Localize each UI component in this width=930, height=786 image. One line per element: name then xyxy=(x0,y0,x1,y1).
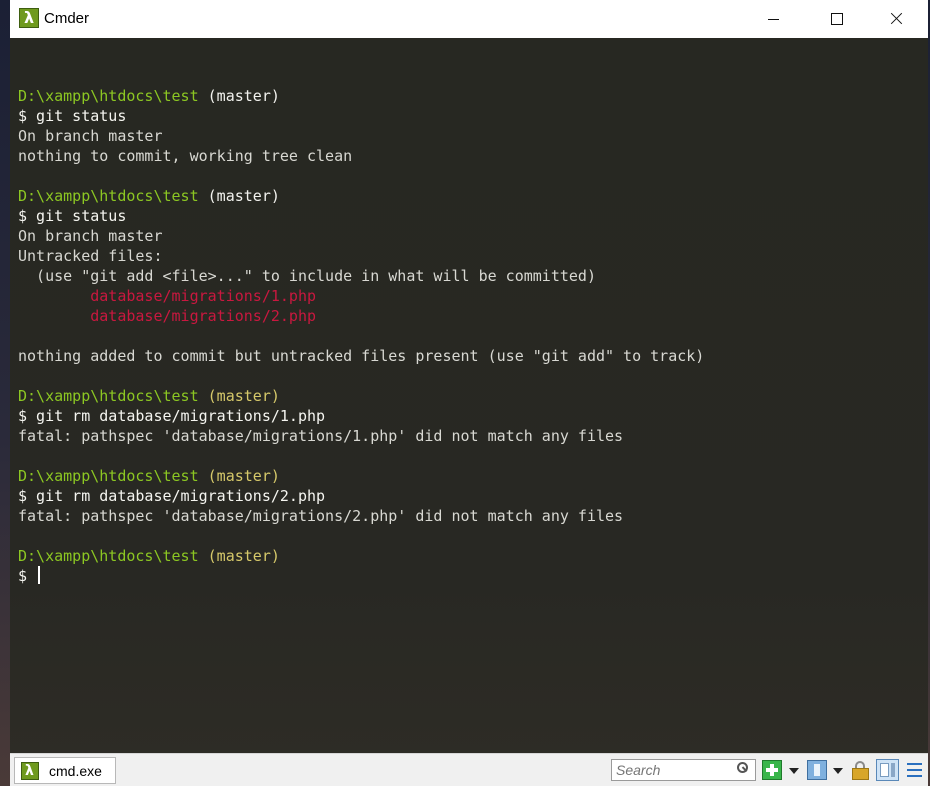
line-text: $ git status xyxy=(18,207,127,225)
text-cursor xyxy=(38,566,41,584)
line-text xyxy=(199,87,208,105)
line-text: $ git status xyxy=(18,107,127,125)
terminal-line: Untracked files: xyxy=(18,246,704,266)
terminal-line: nothing added to commit but untracked fi… xyxy=(18,346,704,366)
prompt-branch: (master) xyxy=(207,467,280,485)
line-text: Untracked files: xyxy=(18,247,163,265)
lambda-icon: λ xyxy=(21,762,39,780)
line-text: nothing to commit, working tree clean xyxy=(18,147,353,165)
dropdown-icon[interactable] xyxy=(789,768,799,774)
title-bar[interactable]: λ Cmder xyxy=(10,0,928,38)
console-tab[interactable]: λ cmd.exe xyxy=(14,757,116,784)
line-text: (use "git add <file>..." to include in w… xyxy=(18,267,596,285)
prompt-branch: (master) xyxy=(207,387,280,405)
terminal-line: fatal: pathspec 'database/migrations/2.p… xyxy=(18,506,704,526)
split-icon[interactable] xyxy=(807,760,827,780)
terminal-line: D:\xampp\htdocs\test (master) xyxy=(18,86,704,106)
minimize-button[interactable] xyxy=(750,0,796,38)
terminal-line: On branch master xyxy=(18,126,704,146)
search-icon[interactable] xyxy=(737,762,748,773)
terminal-line: D:\xampp\htdocs\test (master) xyxy=(18,386,704,406)
prompt-path: D:\xampp\htdocs\test xyxy=(18,387,199,405)
prompt-branch: (master) xyxy=(207,87,280,105)
prompt-path: D:\xampp\htdocs\test xyxy=(18,467,199,485)
terminal-line: $ git status xyxy=(18,106,704,126)
lock-icon[interactable] xyxy=(851,760,871,780)
line-text: fatal: pathspec 'database/migrations/1.p… xyxy=(18,427,624,445)
line-text: On branch master xyxy=(18,127,163,145)
line-text xyxy=(199,467,208,485)
prompt-branch: (master) xyxy=(207,187,280,205)
prompt-path: D:\xampp\htdocs\test xyxy=(18,87,199,105)
terminal-line: $ git status xyxy=(18,206,704,226)
add-console-button[interactable] xyxy=(762,760,782,780)
pane-icon[interactable] xyxy=(876,759,899,781)
terminal-line: nothing to commit, working tree clean xyxy=(18,146,704,166)
prompt-path: D:\xampp\htdocs\test xyxy=(18,187,199,205)
prompt-branch: (master) xyxy=(207,547,280,565)
terminal-line: $ xyxy=(18,566,704,586)
menu-icon[interactable] xyxy=(905,760,925,780)
line-text xyxy=(199,187,208,205)
line-text xyxy=(199,387,208,405)
terminal-line: database/migrations/2.php xyxy=(18,306,704,326)
dropdown-icon[interactable] xyxy=(833,768,843,774)
terminal-area[interactable]: D:\xampp\htdocs\test (master) $ git statu… xyxy=(10,38,928,753)
terminal-line: D:\xampp\htdocs\test (master) xyxy=(18,466,704,486)
close-button[interactable] xyxy=(872,0,918,38)
line-text: $ git rm database/migrations/2.php xyxy=(18,487,326,505)
line-text: database/migrations/2.php xyxy=(18,307,317,325)
status-bar: λ cmd.exe xyxy=(10,753,928,786)
window-title: Cmder xyxy=(44,10,90,27)
maximize-icon xyxy=(831,13,843,25)
line-text: fatal: pathspec 'database/migrations/2.p… xyxy=(18,507,624,525)
cmder-window: λ Cmder D:\xampp\htdocs\test (master) $ g… xyxy=(10,0,928,786)
terminal-output: D:\xampp\htdocs\test (master) $ git statu… xyxy=(18,66,704,586)
line-text: $ git rm database/migrations/1.php xyxy=(18,407,326,425)
terminal-line: (use "git add <file>..." to include in w… xyxy=(18,266,704,286)
line-text: $ xyxy=(18,567,37,585)
tab-label: cmd.exe xyxy=(49,763,102,779)
maximize-button[interactable] xyxy=(814,0,860,38)
line-text: On branch master xyxy=(18,227,163,245)
terminal-line: D:\xampp\htdocs\test (master) xyxy=(18,186,704,206)
terminal-line: D:\xampp\htdocs\test (master) xyxy=(18,546,704,566)
terminal-line: fatal: pathspec 'database/migrations/1.p… xyxy=(18,426,704,446)
minimize-icon xyxy=(768,19,779,20)
terminal-line: $ git rm database/migrations/2.php xyxy=(18,486,704,506)
search-input[interactable] xyxy=(611,759,756,781)
terminal-line: $ git rm database/migrations/1.php xyxy=(18,406,704,426)
lambda-icon[interactable]: λ xyxy=(19,8,39,28)
terminal-line: On branch master xyxy=(18,226,704,246)
line-text: nothing added to commit but untracked fi… xyxy=(18,347,705,365)
line-text: database/migrations/1.php xyxy=(18,287,317,305)
close-icon xyxy=(889,11,903,25)
prompt-path: D:\xampp\htdocs\test xyxy=(18,547,199,565)
line-text xyxy=(199,547,208,565)
terminal-line: database/migrations/1.php xyxy=(18,286,704,306)
